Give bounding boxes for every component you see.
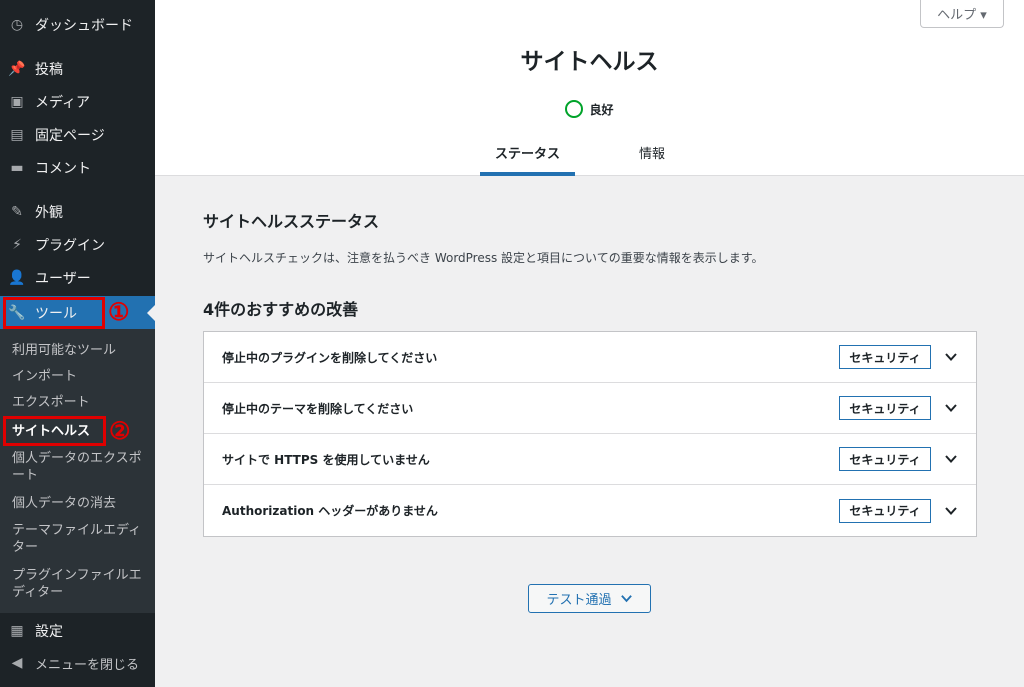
submenu-export[interactable]: エクスポート bbox=[12, 394, 147, 411]
page-icon: ▤ bbox=[10, 127, 24, 143]
menu-collapse[interactable]: ◀ メニューを閉じる bbox=[0, 648, 155, 678]
issue-label: 停止中のテーマを削除してください bbox=[222, 401, 414, 416]
menu-comments[interactable]: ▬ コメント bbox=[0, 153, 155, 183]
issue-list: 停止中のプラグインを削除してください セキュリティ 停止中のテーマを削除してくだ… bbox=[203, 331, 977, 537]
passed-tests-button[interactable]: テスト通過 bbox=[528, 584, 651, 613]
menu-label: プラグイン bbox=[35, 238, 105, 254]
menu-label: コメント bbox=[35, 161, 91, 177]
site-health-header bbox=[155, 0, 1024, 176]
menu-appearance[interactable]: ✎ 外観 bbox=[0, 197, 155, 227]
menu-users[interactable]: 👤 ユーザー bbox=[0, 263, 155, 293]
user-icon: 👤 bbox=[8, 270, 26, 286]
active-tab-indicator bbox=[480, 172, 575, 176]
submenu-theme-file-editor[interactable]: テーマファイルエディター bbox=[12, 522, 147, 556]
issue-label: Authorization ヘッダーがありません bbox=[222, 504, 438, 518]
issue-row[interactable]: Authorization ヘッダーがありません セキュリティ bbox=[204, 485, 976, 536]
menu-label: メディア bbox=[35, 95, 91, 111]
admin-sidebar: ◷ ダッシュボード 📌 投稿 ▣ メディア ▤ 固定ページ ▬ コメント ✎ 外… bbox=[0, 0, 155, 687]
issue-row[interactable]: サイトで HTTPS を使用していません セキュリティ bbox=[204, 434, 976, 485]
menu-pages[interactable]: ▤ 固定ページ bbox=[0, 120, 155, 150]
status-label: 良好 bbox=[589, 102, 614, 117]
help-button[interactable]: ヘルプ ▾ bbox=[920, 0, 1004, 28]
annotation-box-tools bbox=[3, 297, 105, 329]
issue-row[interactable]: 停止中のプラグインを削除してください セキュリティ bbox=[204, 332, 976, 383]
tools-submenu: 利用可能なツール インポート エクスポート サイトヘルス 個人データのエクスポー… bbox=[0, 329, 155, 613]
menu-plugins[interactable]: ⚡ プラグイン bbox=[0, 230, 155, 260]
tab-info[interactable]: 情報 bbox=[612, 143, 692, 162]
menu-media[interactable]: ▣ メディア bbox=[0, 87, 155, 117]
annotation-number-1: ① bbox=[108, 297, 130, 326]
pin-icon: 📌 bbox=[8, 61, 26, 77]
status-good-icon bbox=[565, 100, 584, 118]
page-title: サイトヘルス bbox=[520, 49, 659, 75]
passed-tests-label: テスト通過 bbox=[546, 593, 612, 608]
submenu-plugin-file-editor[interactable]: プラグインファイルエディター bbox=[12, 567, 147, 601]
plugin-icon: ⚡ bbox=[12, 237, 22, 253]
chevron-down-icon[interactable] bbox=[944, 401, 958, 415]
menu-label: 固定ページ bbox=[35, 128, 105, 144]
security-badge: セキュリティ bbox=[839, 447, 931, 471]
chevron-down-icon[interactable] bbox=[944, 452, 958, 466]
submenu-import[interactable]: インポート bbox=[12, 368, 147, 385]
settings-icon: ▦ bbox=[10, 623, 24, 639]
submenu-erase-personal-data[interactable]: 個人データの消去 bbox=[12, 495, 147, 512]
section-description: サイトヘルスチェックは、注意を払うべき WordPress 設定と項目についての… bbox=[203, 251, 764, 265]
brush-icon: ✎ bbox=[11, 204, 23, 220]
menu-label: メニューを閉じる bbox=[35, 657, 140, 673]
annotation-number-2: ② bbox=[109, 416, 131, 445]
issue-label: 停止中のプラグインを削除してください bbox=[222, 350, 438, 365]
menu-posts[interactable]: 📌 投稿 bbox=[0, 54, 155, 84]
menu-dashboard[interactable]: ◷ ダッシュボード bbox=[0, 10, 155, 40]
dashboard-icon: ◷ bbox=[10, 17, 24, 33]
current-arrow-icon bbox=[147, 305, 155, 321]
issue-row[interactable]: 停止中のテーマを削除してください セキュリティ bbox=[204, 383, 976, 434]
menu-label: 投稿 bbox=[35, 62, 63, 78]
chevron-down-icon[interactable] bbox=[944, 350, 958, 364]
collapse-icon: ◀ bbox=[11, 655, 23, 671]
menu-label: 外観 bbox=[35, 205, 63, 221]
tab-status[interactable]: ステータス bbox=[480, 143, 575, 162]
submenu-export-personal-data[interactable]: 個人データのエクスポート bbox=[12, 450, 147, 484]
submenu-available-tools[interactable]: 利用可能なツール bbox=[12, 342, 147, 359]
media-icon: ▣ bbox=[10, 94, 24, 110]
health-status: 良好 bbox=[155, 100, 1024, 118]
security-badge: セキュリティ bbox=[839, 396, 931, 420]
recommended-count-title: 4件のおすすめの改善 bbox=[203, 300, 359, 319]
security-badge: セキュリティ bbox=[839, 498, 931, 523]
menu-label: ダッシュボード bbox=[35, 18, 133, 34]
chevron-down-icon[interactable] bbox=[944, 504, 958, 518]
menu-label: 設定 bbox=[35, 624, 63, 640]
menu-label: ユーザー bbox=[35, 271, 91, 287]
menu-settings[interactable]: ▦ 設定 bbox=[0, 616, 155, 646]
chevron-down-icon bbox=[620, 595, 632, 603]
security-badge: セキュリティ bbox=[839, 345, 931, 369]
annotation-box-site-health bbox=[3, 416, 106, 446]
issue-label: サイトで HTTPS を使用していません bbox=[222, 452, 430, 467]
section-title: サイトヘルスステータス bbox=[203, 212, 380, 231]
comment-icon: ▬ bbox=[10, 160, 24, 176]
